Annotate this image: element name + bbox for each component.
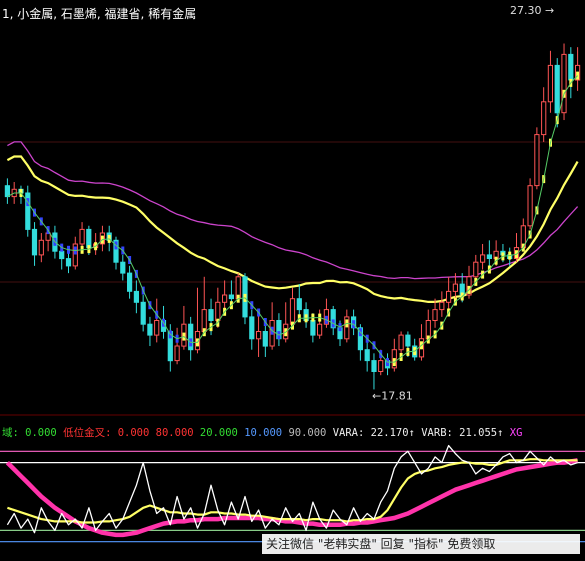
indicator-header-item: 低位金叉: 0.000 — [63, 426, 156, 439]
bull-candle — [378, 360, 384, 373]
bear-candle — [208, 309, 214, 322]
header-tag: 稀有金属 — [148, 6, 196, 21]
header-tag: 小金属, — [17, 6, 61, 21]
bear-candle — [4, 185, 10, 198]
bear-candle — [65, 258, 72, 267]
bear-candle — [147, 323, 153, 336]
ma-mid-line — [6, 155, 579, 303]
indicator-header-item: 90.000 — [288, 427, 332, 439]
bull-candle — [446, 290, 452, 303]
bull-candle — [398, 334, 404, 351]
bear-candle — [554, 64, 560, 114]
indicator-header-item: 10.000 — [244, 427, 288, 439]
bull-candle — [534, 134, 540, 187]
header-tag: 石墨烯, — [61, 7, 105, 21]
bear-candle — [127, 272, 133, 292]
bear-candle — [568, 53, 574, 81]
bull-candle — [215, 301, 221, 321]
bull-candle — [38, 239, 44, 256]
bull-candle — [174, 345, 180, 362]
indicator-header-item: VARB: 21.055↑ — [421, 427, 510, 439]
bull-candle — [480, 254, 486, 263]
chart-canvas: 1, 小金属, 石墨烯, 福建省, 稀有金属 27.30 → ←17.81 域: 0.… — [0, 4, 585, 543]
bear-candle — [228, 294, 235, 300]
bear-candle — [364, 349, 370, 362]
bear-candle — [405, 334, 411, 347]
header-prefix: 1, — [2, 7, 17, 21]
indicator-header-item: VARA: 22.170↑ — [333, 427, 422, 439]
watermark-banner: 关注微信 "老韩实盘" 回复 "指标" 免费领取 — [262, 534, 580, 554]
bear-candle — [249, 316, 255, 340]
price-header: 1, 小金属, 石墨烯, 福建省, 稀有金属 — [2, 6, 196, 21]
bull-candle — [79, 228, 85, 245]
bear-candle — [262, 331, 268, 347]
bear-candle — [371, 360, 377, 373]
bear-candle — [120, 261, 126, 274]
ma-long-line — [7, 141, 579, 280]
bull-candle — [256, 331, 262, 340]
bear-candle — [59, 250, 65, 260]
bull-candle — [289, 298, 296, 325]
bear-candle — [310, 320, 316, 336]
bull-candle — [154, 320, 160, 336]
bear-candle — [31, 228, 38, 256]
bull-candle — [317, 323, 323, 336]
stock-chart: 1, 小金属, 石墨烯, 福建省, 稀有金属 27.30 → ←17.81 域: 0.… — [0, 0, 585, 557]
indicator-series-xg — [5, 458, 578, 538]
indicator-header-item: 80.000 — [156, 427, 200, 439]
indicator-header-item: XG — [510, 427, 523, 439]
header-tag: 福建省, — [105, 6, 149, 21]
low-price-label: ←17.81 — [372, 389, 413, 402]
bull-candle — [222, 294, 228, 303]
bull-candle — [561, 53, 567, 114]
bull-candle — [452, 283, 458, 292]
bull-candle — [527, 185, 533, 227]
bull-candle — [432, 309, 438, 322]
bull-candle — [473, 261, 479, 278]
indicator-header-item: 域: 0.000 — [2, 426, 63, 439]
bear-candle — [296, 298, 302, 311]
bull-candle — [541, 101, 547, 136]
indicator-header-item: 20.000 — [200, 427, 244, 439]
high-price-label: 27.30 → — [510, 4, 554, 17]
bear-candle — [133, 290, 140, 303]
bull-candle — [439, 301, 445, 311]
bear-candle — [86, 228, 92, 249]
bear-candle — [140, 301, 146, 325]
bear-candle — [486, 254, 492, 259]
indicator-header: 域: 0.000 低位金叉: 0.000 80.000 20.000 10.00… — [2, 426, 522, 439]
bull-candle — [547, 64, 553, 103]
